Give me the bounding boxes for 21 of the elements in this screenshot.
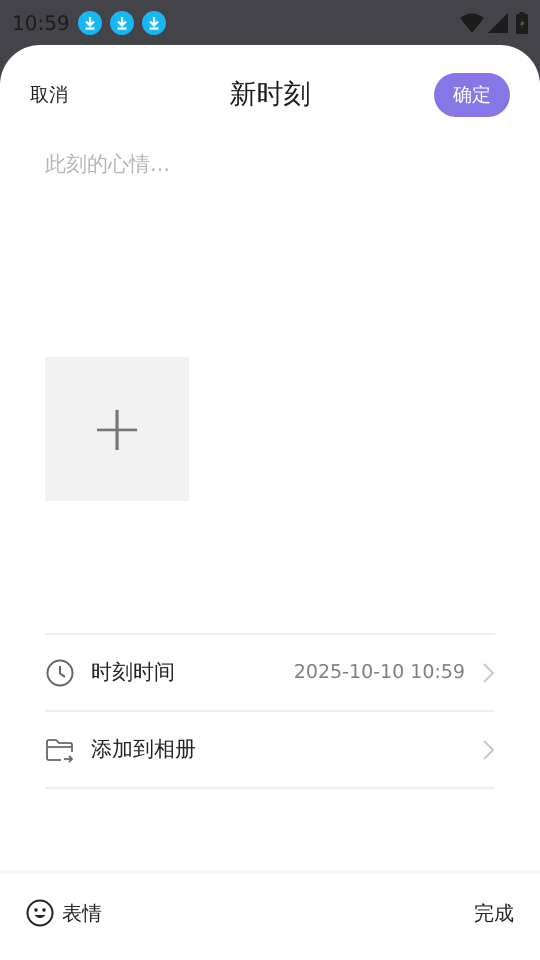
option-row[interactable]: 添加到相册 — [45, 712, 495, 789]
option-label: 添加到相册 — [91, 736, 197, 763]
chevron-right-icon — [481, 738, 495, 760]
battery-icon — [516, 12, 528, 34]
wifi-icon — [460, 12, 484, 32]
emoji-button[interactable]: 表情 — [26, 898, 102, 928]
confirm-button[interactable]: 确定 — [434, 72, 510, 118]
cancel-button[interactable]: 取消 — [30, 80, 68, 110]
chevron-right-icon — [481, 662, 495, 684]
option-label: 时刻时间 — [91, 658, 176, 686]
option-row[interactable]: 时刻时间 2025-10-10 10:59 — [45, 635, 495, 712]
download-icon — [110, 10, 134, 34]
download-icon — [78, 10, 102, 34]
option-value: 2025-10-10 10:59 — [294, 660, 465, 686]
clock-icon — [45, 658, 75, 688]
done-button[interactable]: 完成 — [474, 898, 514, 928]
page-title: 新时刻 — [230, 78, 310, 110]
smiley-icon — [26, 899, 54, 927]
download-icon — [142, 10, 166, 34]
add-photo-button[interactable]: + — [45, 357, 189, 501]
signal-icon — [488, 12, 508, 32]
